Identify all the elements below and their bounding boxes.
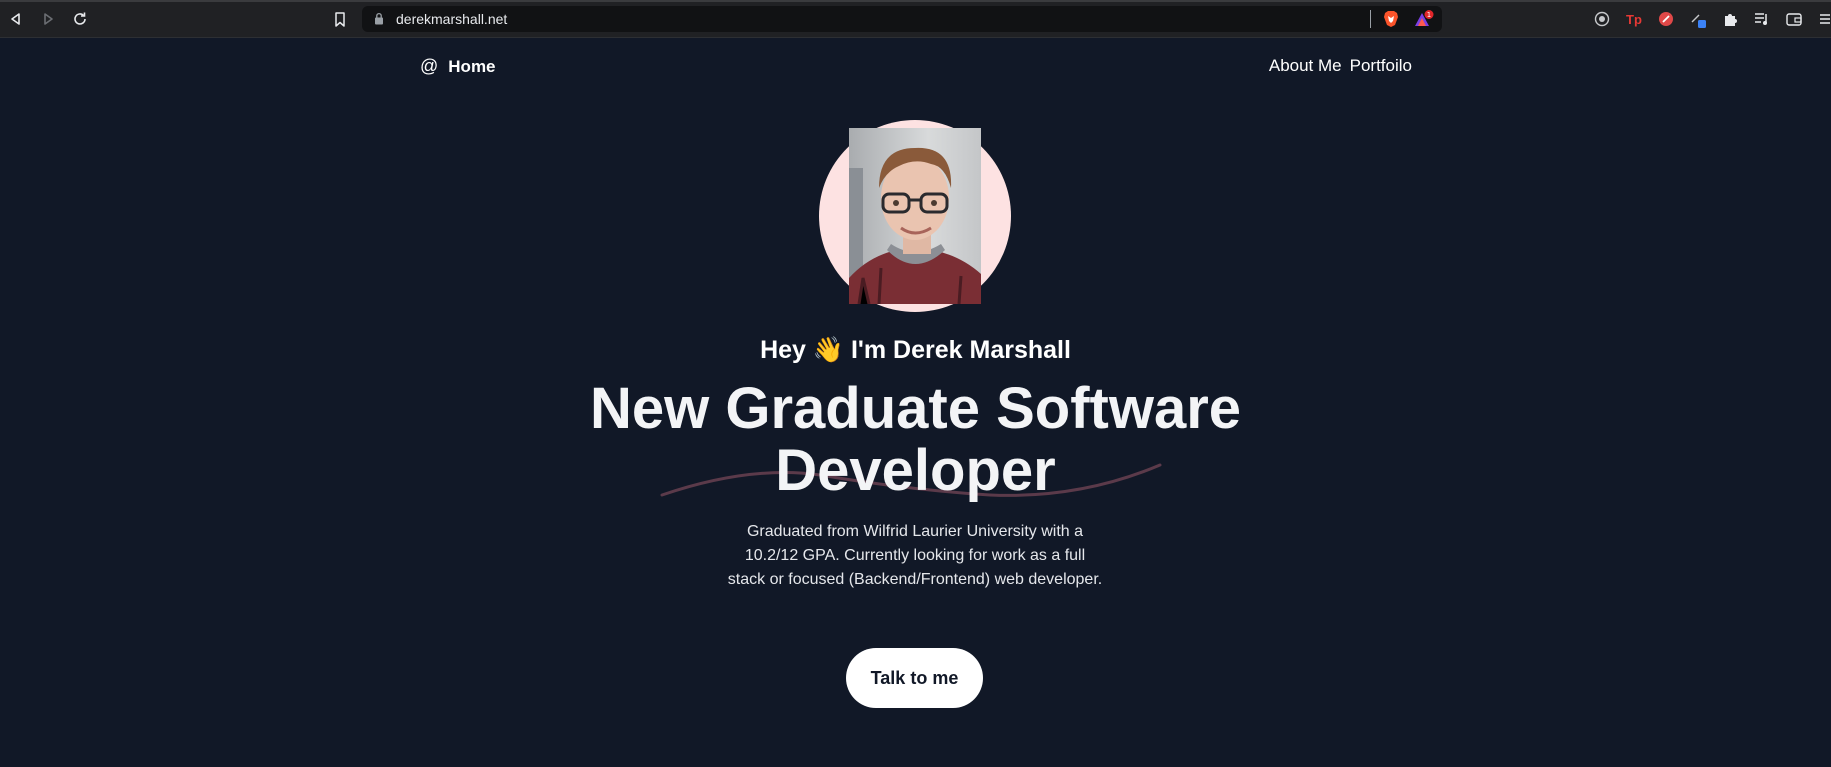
- wallet-icon[interactable]: [1784, 9, 1804, 29]
- nav-link-portfolio[interactable]: Portfoilo: [1350, 56, 1412, 76]
- greeting-heading: Hey 👋 I'm Derek Marshall: [0, 336, 1831, 365]
- hero-description: Graduated from Wilfrid Laurier Universit…: [727, 523, 1103, 588]
- extension-circle-icon[interactable]: [1592, 9, 1612, 29]
- address-bar[interactable]: derekmarshall.net 1: [362, 6, 1442, 32]
- site-navbar: @ Home About Me Portfoilo: [420, 56, 1412, 86]
- home-link-label: Home: [448, 56, 496, 76]
- brave-rewards-icon[interactable]: 1: [1414, 10, 1434, 28]
- back-icon[interactable]: [5, 8, 27, 30]
- nav-link-about-me[interactable]: About Me: [1269, 56, 1342, 76]
- home-link[interactable]: @ Home: [420, 56, 496, 77]
- greeting-text-after: I'm Derek Marshall: [850, 336, 1071, 364]
- bookmark-icon[interactable]: [329, 8, 351, 30]
- reload-icon[interactable]: [69, 8, 91, 30]
- url-text: derekmarshall.net: [396, 11, 508, 27]
- playlist-icon[interactable]: [1752, 9, 1772, 29]
- brave-shields-icon[interactable]: [1382, 10, 1400, 28]
- tp-extension-icon[interactable]: Tp: [1624, 9, 1644, 29]
- browser-toolbar: derekmarshall.net 1 Tp: [0, 0, 1831, 38]
- red-extension-icon[interactable]: [1656, 9, 1676, 29]
- hero-title: New Graduate Software Developer: [0, 378, 1831, 502]
- waving-hand-icon: 👋: [812, 336, 845, 364]
- rewards-badge-count: 1: [1427, 11, 1431, 19]
- lock-icon: [375, 12, 383, 25]
- pen-extension-icon[interactable]: [1688, 9, 1708, 29]
- tab-strip: [0, 0, 1831, 2]
- nav-links: About Me Portfoilo: [1269, 56, 1412, 76]
- omnibox-divider: [1370, 10, 1371, 28]
- profile-photo: [849, 128, 981, 304]
- forward-icon[interactable]: [37, 8, 59, 30]
- extensions-puzzle-icon[interactable]: [1720, 9, 1740, 29]
- greeting-text-before: Hey: [760, 336, 806, 364]
- menu-icon[interactable]: [1814, 9, 1831, 29]
- hero-title-line-1: New Graduate Software: [589, 376, 1242, 441]
- talk-to-me-button[interactable]: Talk to me: [846, 648, 983, 708]
- at-sign-icon: @: [420, 56, 439, 76]
- hero-title-line-2: Developer: [775, 438, 1056, 503]
